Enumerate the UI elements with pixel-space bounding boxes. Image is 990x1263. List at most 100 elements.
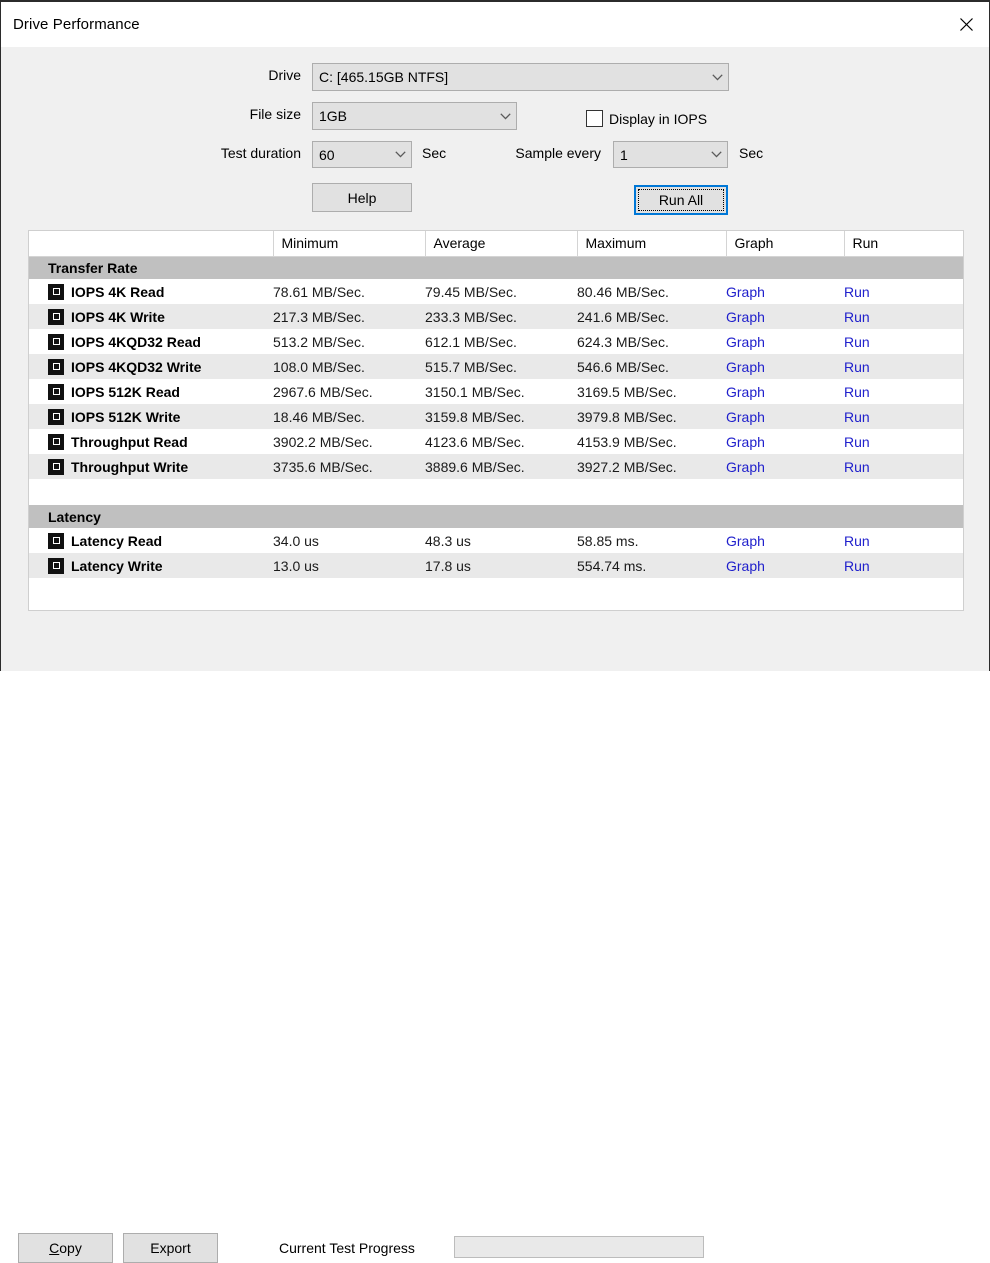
graph-link[interactable]: Graph [726, 558, 765, 574]
graph-link[interactable]: Graph [726, 409, 765, 425]
test-duration-select[interactable]: 60 [312, 141, 412, 168]
table-row[interactable]: IOPS 4KQD32 Read 513.2 MB/Sec. 612.1 MB/Se… [29, 329, 963, 354]
table-row[interactable]: Latency Write 13.0 us 17.8 us 554.74 ms. Gra… [29, 553, 963, 578]
cell-minimum: 13.0 us [273, 553, 425, 578]
spacer-cell [29, 479, 963, 505]
graph-link[interactable]: Graph [726, 384, 765, 400]
run-link[interactable]: Run [844, 434, 870, 450]
file-size-select[interactable]: 1GB [312, 102, 517, 130]
graph-link[interactable]: Graph [726, 459, 765, 475]
cell-maximum: 624.3 MB/Sec. [577, 329, 726, 354]
display-in-iops-checkbox[interactable]: Display in IOPS [586, 110, 707, 127]
run-link[interactable]: Run [844, 359, 870, 375]
sample-every-unit: Sec [739, 145, 764, 161]
cell-minimum: 34.0 us [273, 528, 425, 553]
cell-maximum: 3927.2 MB/Sec. [577, 454, 726, 479]
title-bar: Drive Performance [1, 2, 989, 47]
column-header-maximum[interactable]: Maximum [577, 231, 727, 257]
chevron-down-icon [705, 151, 727, 158]
table-row[interactable]: IOPS 512K Read 2967.6 MB/Sec. 3150.1 MB/Se… [29, 379, 963, 404]
drive-select[interactable]: C: [465.15GB NTFS] [312, 63, 729, 91]
table-row[interactable]: IOPS 512K Write 18.46 MB/Sec. 3159.8 MB/Se… [29, 404, 963, 429]
graph-link[interactable]: Graph [726, 434, 765, 450]
run-link[interactable]: Run [844, 334, 870, 350]
column-header-run[interactable]: Run [844, 231, 963, 257]
cell-graph: Graph [726, 304, 844, 329]
run-link[interactable]: Run [844, 409, 870, 425]
cell-run: Run [844, 379, 963, 404]
graph-link[interactable]: Graph [726, 284, 765, 300]
cell-maximum: 3979.8 MB/Sec. [577, 404, 726, 429]
close-icon[interactable] [943, 2, 989, 46]
drive-test-icon [48, 383, 64, 400]
graph-link[interactable]: Graph [726, 309, 765, 325]
cell-average: 4123.6 MB/Sec. [425, 429, 577, 454]
sample-every-select[interactable]: 1 [613, 141, 728, 168]
display-in-iops-label: Display in IOPS [609, 110, 708, 127]
cell-average: 79.45 MB/Sec. [425, 279, 577, 304]
run-link[interactable]: Run [844, 384, 870, 400]
cell-test-name: IOPS 512K Write [29, 404, 273, 429]
table-row[interactable]: IOPS 4K Write 217.3 MB/Sec. 233.3 MB/Sec. 2… [29, 304, 963, 329]
cell-test-name: IOPS 4KQD32 Read [29, 329, 273, 354]
cell-graph: Graph [726, 379, 844, 404]
drive-test-icon [48, 358, 64, 375]
cell-test-name: Throughput Write [29, 454, 273, 479]
cell-average: 3889.6 MB/Sec. [425, 454, 577, 479]
section-title: Latency [29, 505, 963, 528]
table-row[interactable]: Throughput Read 3902.2 MB/Sec. 4123.6 MB/S… [29, 429, 963, 454]
column-header-name[interactable] [29, 231, 274, 257]
graph-link[interactable]: Graph [726, 359, 765, 375]
test-name-label: Latency Read [71, 532, 163, 549]
table-section-header: Transfer Rate [29, 256, 963, 279]
copy-button[interactable]: Copy [18, 1233, 113, 1263]
test-name-label: IOPS 512K Write [71, 408, 181, 425]
run-link[interactable]: Run [844, 284, 870, 300]
cell-average: 612.1 MB/Sec. [425, 329, 577, 354]
cell-maximum: 241.6 MB/Sec. [577, 304, 726, 329]
cell-graph: Graph [726, 404, 844, 429]
run-link[interactable]: Run [844, 459, 870, 475]
table-row[interactable]: Throughput Write 3735.6 MB/Sec. 3889.6 MB/… [29, 454, 963, 479]
export-button[interactable]: Export [123, 1233, 218, 1263]
cell-minimum: 217.3 MB/Sec. [273, 304, 425, 329]
footer-bar: Copy Export Current Test Progress [1, 612, 989, 1263]
cell-average: 48.3 us [425, 528, 577, 553]
section-title: Transfer Rate [29, 256, 963, 279]
drive-test-icon [48, 283, 64, 300]
run-link[interactable]: Run [844, 558, 870, 574]
run-all-button[interactable]: Run All [634, 185, 728, 215]
cell-maximum: 546.6 MB/Sec. [577, 354, 726, 379]
controls-panel: Drive C: [465.15GB NTFS] File size 1GB D… [1, 47, 989, 230]
progress-label: Current Test Progress [279, 1240, 415, 1256]
test-duration-select-value: 60 [319, 146, 335, 163]
drive-test-icon [48, 458, 64, 475]
drive-test-icon [48, 408, 64, 425]
cell-run: Run [844, 404, 963, 429]
test-duration-unit: Sec [422, 145, 447, 161]
cell-test-name: Throughput Read [29, 429, 273, 454]
test-name-label: IOPS 4K Read [71, 283, 165, 300]
table-row[interactable]: IOPS 4KQD32 Write 108.0 MB/Sec. 515.7 MB/S… [29, 354, 963, 379]
run-link[interactable]: Run [844, 309, 870, 325]
cell-graph: Graph [726, 429, 844, 454]
column-header-minimum[interactable]: Minimum [273, 231, 426, 257]
cell-graph: Graph [726, 553, 844, 578]
cell-run: Run [844, 429, 963, 454]
graph-link[interactable]: Graph [726, 334, 765, 350]
cell-average: 233.3 MB/Sec. [425, 304, 577, 329]
cell-maximum: 58.85 ms. [577, 528, 726, 553]
run-all-button-label: Run All [658, 192, 704, 208]
cell-graph: Graph [726, 354, 844, 379]
table-row[interactable]: IOPS 4K Read 78.61 MB/Sec. 79.45 MB/Sec. 80… [29, 279, 963, 304]
cell-run: Run [844, 528, 963, 553]
cell-test-name: IOPS 4KQD32 Write [29, 354, 273, 379]
run-link[interactable]: Run [844, 533, 870, 549]
graph-link[interactable]: Graph [726, 533, 765, 549]
sample-every-select-value: 1 [620, 146, 628, 163]
column-header-average[interactable]: Average [425, 231, 578, 257]
column-header-graph[interactable]: Graph [726, 231, 845, 257]
help-button[interactable]: Help [312, 183, 412, 212]
table-row[interactable]: Latency Read 34.0 us 48.3 us 58.85 ms. Graph… [29, 528, 963, 553]
cell-maximum: 4153.9 MB/Sec. [577, 429, 726, 454]
